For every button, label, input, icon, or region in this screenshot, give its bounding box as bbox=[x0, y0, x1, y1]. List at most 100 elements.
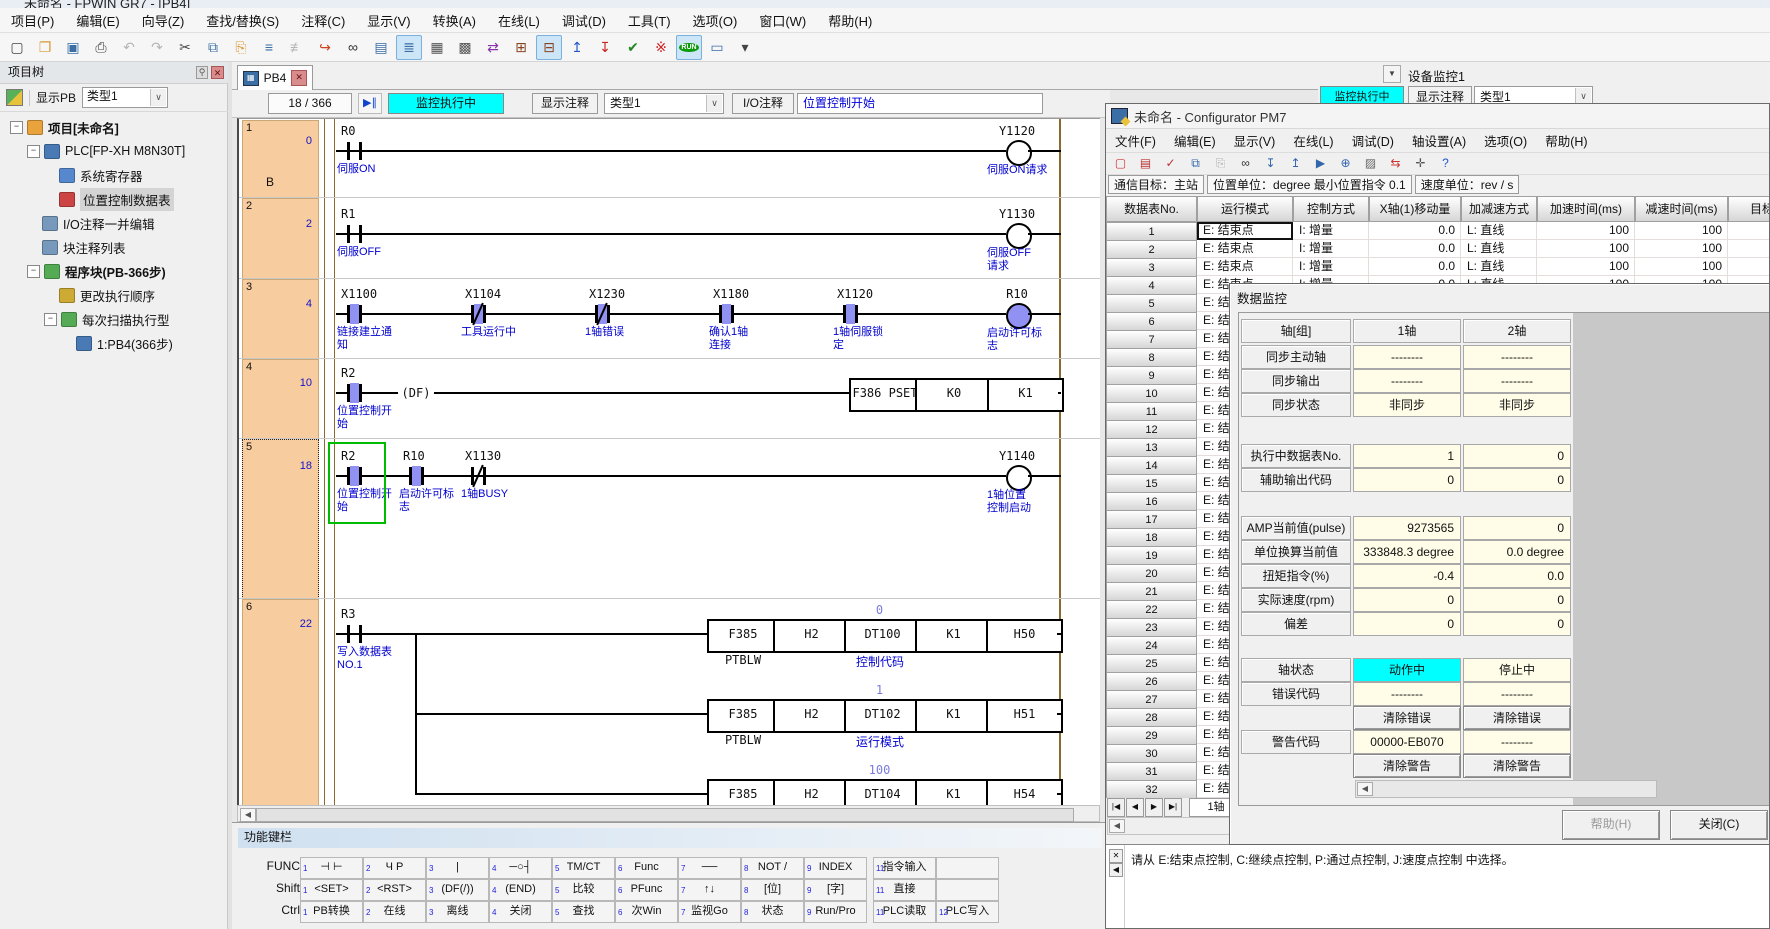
table-cell[interactable]: 100 bbox=[1537, 240, 1635, 258]
table-cell[interactable]: 1,000 bbox=[1728, 258, 1770, 276]
scroll-left-icon[interactable]: ◀ bbox=[1109, 819, 1125, 833]
function-key[interactable]: 4关闭 bbox=[489, 901, 552, 923]
pin-icon[interactable]: ⚲ bbox=[196, 66, 208, 79]
pm7-check-values-icon[interactable]: ✓ bbox=[1159, 153, 1182, 174]
table-row-number[interactable]: 1 bbox=[1106, 222, 1197, 241]
function-key[interactable]: 6PFunc bbox=[615, 879, 678, 901]
function-key[interactable]: 8[位] bbox=[741, 879, 804, 901]
function-key[interactable]: 4(END) bbox=[489, 879, 552, 901]
save-icon[interactable]: ▣ bbox=[60, 35, 86, 60]
nav-first-icon[interactable]: |◀ bbox=[1107, 798, 1125, 817]
table-header-cell[interactable]: 减速时间(ms) bbox=[1635, 196, 1728, 222]
pm7-menu-item[interactable]: 轴设置(A) bbox=[1403, 128, 1475, 153]
pm7-menu-item[interactable]: 选项(O) bbox=[1475, 128, 1536, 153]
pm7-find-icon[interactable]: ∞ bbox=[1234, 153, 1257, 174]
online-edit-icon[interactable]: ✔ bbox=[620, 35, 646, 60]
menu-item[interactable]: 向导(Z) bbox=[131, 7, 196, 34]
pm7-write-to-unit-icon[interactable]: ↧ bbox=[1259, 153, 1282, 174]
table-row-number[interactable]: 13 bbox=[1106, 438, 1197, 457]
jump-icon[interactable]: ↪ bbox=[312, 35, 338, 60]
pm7-menu-item[interactable]: 帮助(H) bbox=[1536, 128, 1596, 153]
function-key[interactable]: 12PLC写入 bbox=[936, 901, 999, 923]
nav-next-icon[interactable]: ▶ bbox=[1145, 798, 1163, 817]
program-check-icon[interactable]: ※ bbox=[648, 35, 674, 60]
function-key[interactable]: 5查找 bbox=[552, 901, 615, 923]
tree-item[interactable]: I/O注释一并编辑 bbox=[0, 211, 228, 235]
table-row-number[interactable]: 16 bbox=[1106, 492, 1197, 511]
function-key[interactable]: 8状态 bbox=[741, 901, 804, 923]
output-coil[interactable] bbox=[1006, 223, 1032, 249]
table-header-cell[interactable]: 加减速方式 bbox=[1461, 196, 1537, 222]
table-row-number[interactable]: 11 bbox=[1106, 402, 1197, 421]
table-header-cell[interactable]: 数据表No. bbox=[1106, 196, 1197, 222]
chevron-down-icon[interactable]: ▼ bbox=[1383, 65, 1401, 83]
table-row-number[interactable]: 22 bbox=[1106, 600, 1197, 619]
function-key[interactable]: 2<RST> bbox=[363, 879, 426, 901]
nav-prev-icon[interactable]: ◀ bbox=[1126, 798, 1144, 817]
comment-field[interactable]: 位置控制开始 bbox=[797, 93, 1043, 114]
pm7-transfer-icon[interactable]: ⇆ bbox=[1384, 153, 1407, 174]
instruction-cell[interactable]: H50 bbox=[986, 619, 1063, 653]
close-icon[interactable]: ✕ bbox=[211, 66, 224, 79]
table-cell[interactable]: 100 bbox=[1537, 222, 1635, 240]
insert-row-icon[interactable]: ≡ bbox=[256, 35, 282, 60]
instruction-cell[interactable]: H51 bbox=[986, 699, 1063, 733]
copy-icon[interactable]: ⧉ bbox=[200, 35, 226, 60]
pm7-copy-icon[interactable]: ⧉ bbox=[1184, 153, 1207, 174]
table-cell[interactable]: 1,000 bbox=[1728, 222, 1770, 240]
output-coil[interactable] bbox=[1006, 140, 1032, 166]
table-row-number[interactable]: 9 bbox=[1106, 366, 1197, 385]
function-key[interactable]: 1<SET> bbox=[300, 879, 363, 901]
menu-item[interactable]: 查找/替换(S) bbox=[195, 7, 290, 34]
function-key[interactable]: 1⊣ ⊢ bbox=[300, 857, 363, 879]
table-header-cell[interactable]: 运行模式 bbox=[1197, 196, 1293, 222]
table-header-cell[interactable]: X轴(1)移动量 bbox=[1369, 196, 1461, 222]
comment-type-select[interactable]: 类型1∨ bbox=[604, 93, 724, 114]
table-cell[interactable]: I: 增量 bbox=[1293, 222, 1369, 240]
function-key[interactable] bbox=[936, 857, 999, 879]
find-icon[interactable]: ∞ bbox=[340, 35, 366, 60]
table-row-number[interactable]: 32 bbox=[1106, 780, 1197, 798]
table-row-number[interactable]: 2 bbox=[1106, 240, 1197, 259]
table-row-number[interactable]: 17 bbox=[1106, 510, 1197, 529]
pm7-paste-icon[interactable]: ⎘ bbox=[1209, 153, 1232, 174]
function-key[interactable]: 7── bbox=[678, 857, 741, 879]
function-key[interactable]: 7监视Go bbox=[678, 901, 741, 923]
tree-item[interactable]: −项目[未命名] bbox=[0, 115, 228, 139]
function-key[interactable]: 3离线 bbox=[426, 901, 489, 923]
table-row-number[interactable]: 7 bbox=[1106, 330, 1197, 349]
tree-item[interactable]: −PLC[FP-XH M8N30T] bbox=[0, 139, 228, 163]
function-key[interactable]: 6Func bbox=[615, 857, 678, 879]
instruction-cell[interactable]: K0 bbox=[915, 378, 993, 412]
table-cell[interactable]: 100 bbox=[1635, 222, 1728, 240]
collapse-icon[interactable]: ◀ bbox=[1109, 863, 1123, 877]
scroll-left-icon[interactable]: ◀ bbox=[1357, 782, 1373, 796]
function-key[interactable] bbox=[936, 879, 999, 901]
table-row-number[interactable]: 29 bbox=[1106, 726, 1197, 745]
instruction-cell[interactable]: K1 bbox=[915, 619, 992, 653]
menu-item[interactable]: 调试(D) bbox=[551, 7, 617, 34]
tree-item[interactable]: 更改执行顺序 bbox=[0, 283, 228, 307]
ladder-editor[interactable]: 10BR0伺服ONY1120伺服ON请求22R1伺服OFFY1130伺服OFF … bbox=[237, 118, 1100, 805]
table-cell[interactable]: 0.0 bbox=[1369, 222, 1461, 240]
table-cell[interactable]: 1,000 bbox=[1728, 240, 1770, 258]
table-row-number[interactable]: 28 bbox=[1106, 708, 1197, 727]
table-row-number[interactable]: 3 bbox=[1106, 258, 1197, 277]
table-cell[interactable]: 100 bbox=[1537, 258, 1635, 276]
table-row-number[interactable]: 15 bbox=[1106, 474, 1197, 493]
table-cell[interactable]: 0.0 bbox=[1369, 240, 1461, 258]
menu-item[interactable]: 转换(A) bbox=[422, 7, 487, 34]
table-row-number[interactable]: 14 bbox=[1106, 456, 1197, 475]
device-monitor-1-icon[interactable]: ⊞ bbox=[508, 35, 534, 60]
function-key[interactable]: 2在线 bbox=[363, 901, 426, 923]
monitor-pause-icon[interactable]: ▶∥ bbox=[358, 93, 382, 114]
function-key[interactable]: 11指令输入 bbox=[873, 857, 936, 879]
clear-button[interactable]: 清除错误 bbox=[1353, 706, 1461, 730]
pm7-new-file-icon[interactable]: ▢ bbox=[1109, 153, 1132, 174]
show-pb-label[interactable]: 显示PB bbox=[36, 89, 76, 106]
table-cell[interactable]: L: 直线 bbox=[1461, 258, 1537, 276]
table-row-number[interactable]: 6 bbox=[1106, 312, 1197, 331]
table-row-number[interactable]: 30 bbox=[1106, 744, 1197, 763]
instruction-cell[interactable]: DT104 bbox=[844, 779, 921, 805]
instruction-cell[interactable]: H2 bbox=[773, 779, 850, 805]
